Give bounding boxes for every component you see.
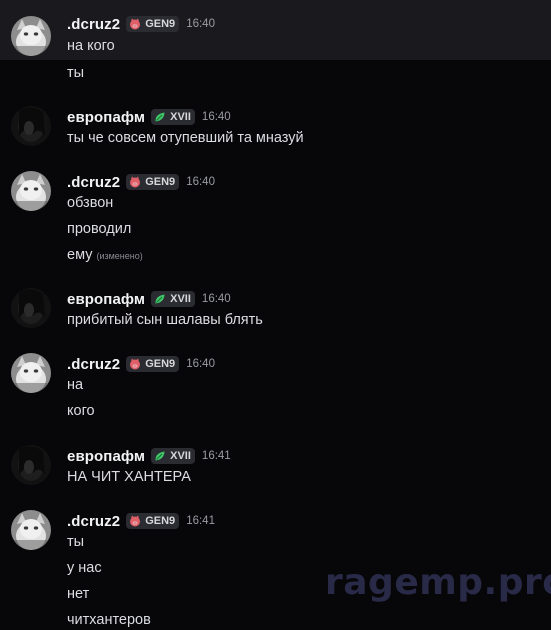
username[interactable]: .dcruz2 bbox=[67, 16, 120, 33]
timestamp: 16:41 bbox=[186, 515, 215, 527]
message-line: на кого bbox=[67, 38, 115, 54]
chat-message-list: .dcruz2 GEN9 16:40 на кого ты европафм X… bbox=[0, 0, 551, 630]
username[interactable]: европафм bbox=[67, 448, 145, 465]
message-header: европафм XVII 16:41 bbox=[67, 446, 231, 466]
green-leaf-icon bbox=[155, 294, 165, 304]
clan-badge[interactable]: GEN9 bbox=[126, 513, 180, 529]
avatar-dark[interactable] bbox=[11, 288, 51, 328]
message-group: европафм XVII 16:40 прибитый сын шалавы … bbox=[0, 283, 551, 333]
badge-label: GEN9 bbox=[145, 18, 176, 30]
message-line: кого bbox=[67, 403, 95, 419]
green-leaf-icon bbox=[155, 112, 165, 122]
avatar-cat[interactable] bbox=[11, 171, 51, 211]
message-header: европафм XVII 16:40 bbox=[67, 289, 231, 309]
clan-badge[interactable]: XVII bbox=[151, 291, 195, 307]
message-text: ему bbox=[67, 247, 93, 263]
message-header: европафм XVII 16:40 bbox=[67, 107, 231, 127]
timestamp: 16:41 bbox=[201, 450, 231, 462]
message-header: .dcruz2 GEN9 16:40 bbox=[67, 14, 215, 34]
message-line: нет bbox=[67, 586, 90, 602]
username[interactable]: европафм bbox=[67, 291, 145, 308]
badge-label: GEN9 bbox=[145, 515, 176, 527]
message-line: ты че совсем отупевший та мназуй bbox=[67, 130, 304, 146]
pink-pig-icon bbox=[130, 358, 141, 370]
timestamp: 16:40 bbox=[201, 293, 231, 305]
avatar-cat[interactable] bbox=[11, 353, 51, 393]
badge-label: XVII bbox=[170, 111, 191, 123]
message-group: европафм XVII 16:40 ты че совсем отупевш… bbox=[0, 101, 551, 151]
message-line: у нас bbox=[67, 560, 102, 576]
clan-badge[interactable]: XVII bbox=[151, 448, 195, 464]
avatar-cat[interactable] bbox=[11, 16, 51, 56]
message-header: .dcruz2 GEN9 16:41 bbox=[67, 511, 215, 531]
message-group: .dcruz2 GEN9 16:40 на кого bbox=[0, 0, 551, 60]
timestamp: 16:40 bbox=[186, 18, 215, 30]
clan-badge[interactable]: GEN9 bbox=[126, 16, 180, 32]
avatar-dark[interactable] bbox=[11, 445, 51, 485]
avatar-dark[interactable] bbox=[11, 106, 51, 146]
username[interactable]: .dcruz2 bbox=[67, 356, 120, 373]
badge-label: XVII bbox=[170, 450, 191, 462]
message-line: ты bbox=[67, 65, 85, 81]
message-line: ты bbox=[67, 534, 85, 550]
clan-badge[interactable]: XVII bbox=[151, 109, 195, 125]
message-line: ему (изменено) bbox=[67, 246, 143, 265]
message-group: европафм XVII 16:41 НА ЧИТ ХАНТЕРА bbox=[0, 440, 551, 490]
message-line: на bbox=[67, 377, 84, 393]
badge-label: XVII bbox=[170, 293, 191, 305]
message-group: .dcruz2 GEN9 16:40 обзвон проводил ему (и… bbox=[0, 166, 551, 266]
message-group: .dcruz2 GEN9 16:40 на кого bbox=[0, 348, 551, 423]
message-header: .dcruz2 GEN9 16:40 bbox=[67, 354, 215, 374]
clan-badge[interactable]: GEN9 bbox=[126, 174, 180, 190]
pink-pig-icon bbox=[130, 515, 141, 527]
green-leaf-icon bbox=[155, 451, 165, 461]
message-line: прибитый сын шалавы блять bbox=[67, 312, 263, 328]
watermark: ragemp.pro bbox=[325, 562, 551, 603]
pink-pig-icon bbox=[130, 18, 141, 30]
badge-label: GEN9 bbox=[145, 176, 176, 188]
username[interactable]: .dcruz2 bbox=[67, 513, 120, 530]
message-line: проводил bbox=[67, 221, 132, 237]
edited-label: (изменено) bbox=[96, 251, 143, 261]
avatar-cat[interactable] bbox=[11, 510, 51, 550]
badge-label: GEN9 bbox=[145, 358, 176, 370]
username[interactable]: европафм bbox=[67, 109, 145, 126]
timestamp: 16:40 bbox=[186, 358, 215, 370]
message-line: читхантеров bbox=[67, 612, 151, 628]
timestamp: 16:40 bbox=[186, 176, 215, 188]
username[interactable]: .dcruz2 bbox=[67, 174, 120, 191]
pink-pig-icon bbox=[130, 176, 141, 188]
timestamp: 16:40 bbox=[201, 111, 231, 123]
clan-badge[interactable]: GEN9 bbox=[126, 356, 180, 372]
message-line: НА ЧИТ ХАНТЕРА bbox=[67, 469, 191, 485]
message-line: обзвон bbox=[67, 195, 114, 211]
message-header: .dcruz2 GEN9 16:40 bbox=[67, 172, 215, 192]
